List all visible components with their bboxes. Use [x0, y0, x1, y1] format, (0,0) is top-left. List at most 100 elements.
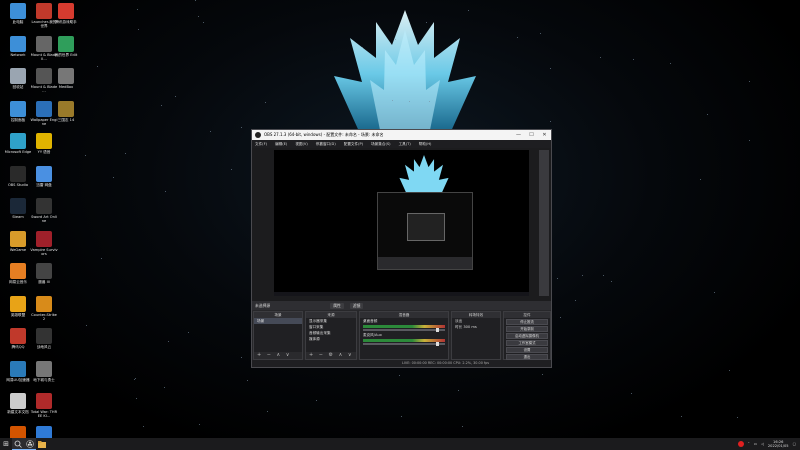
desktop-icon[interactable]: 网易云音乐 [4, 263, 32, 289]
properties-button[interactable]: 属性 [330, 302, 344, 309]
search-icon[interactable] [12, 438, 24, 450]
desktop-icon-label: 魔兽 III [38, 280, 50, 284]
volume-fader[interactable] [363, 342, 445, 346]
stop-streaming-button[interactable]: 停止推流 [506, 319, 548, 325]
volume-fader[interactable] [363, 328, 445, 332]
system-tray: ˄ ▭ ◁ 16:26 2022/01/05 ▢ [737, 440, 800, 448]
desktop-icon[interactable]: OBS Studio [4, 165, 32, 192]
app-icon [36, 360, 52, 377]
preview-taskbar [274, 292, 529, 296]
notification-icon[interactable]: ▢ [793, 442, 796, 446]
desktop-icon-label: YY 语音 [37, 150, 51, 154]
desktop-icon[interactable]: 英雄联盟 [4, 295, 32, 322]
sources-toolbar[interactable]: + − ⚙ ∧ ∨ [306, 352, 356, 359]
desktop-icon[interactable]: 腾讯游戏助手 [52, 3, 80, 29]
menu-item[interactable]: 工具(T) [399, 142, 411, 147]
duration-value: 300 ms [463, 325, 477, 329]
desktop-icon[interactable]: MedBox [52, 68, 80, 94]
menu-item[interactable]: 场景集合(S) [371, 142, 390, 147]
tray-app-icon[interactable] [737, 441, 744, 447]
star [707, 113, 709, 115]
sources-dock: 来源 显示器采集 窗口采集 音频输出采集 媒体源 + − ⚙ ∧ ∨ [305, 311, 357, 360]
settings-button[interactable]: 设置 [506, 347, 548, 353]
app-icon [36, 328, 52, 344]
desktop-icon[interactable]: 新建文本文档 [4, 393, 32, 419]
desktop-icon[interactable]: Steam [4, 198, 32, 224]
desktop-icon-label: 回收站 [12, 85, 24, 89]
obs-window[interactable]: OBS 27.1.3 (64-bit, windows) - 配置文件: 未命名… [251, 129, 552, 368]
desktop-icon[interactable]: Counter-Strike 2 [30, 295, 58, 322]
app-icon [58, 100, 74, 117]
menu-item[interactable]: 视图(V) [295, 142, 307, 147]
star [199, 423, 201, 425]
volume-icon[interactable]: ◁ [761, 442, 764, 446]
network-icon[interactable]: ▭ [754, 442, 757, 446]
desktop-icon[interactable]: YY 语音 [30, 133, 58, 159]
app-icon [10, 133, 26, 149]
app-icon [36, 35, 52, 52]
desktop-icon-label: 网易UU加速器 [6, 377, 30, 382]
studio-mode-button[interactable]: 工作室模式 [506, 340, 548, 346]
desktop-icon[interactable]: 我的世界 Edit [52, 35, 80, 62]
show-hidden-icons-icon[interactable]: ˄ [748, 442, 750, 446]
desktop-icon[interactable]: Network [4, 35, 32, 62]
desktop-icon[interactable]: Vampire Survivors [30, 230, 58, 257]
desktop-icon[interactable]: Microsoft Edge [4, 133, 32, 159]
obs-taskbar-icon[interactable] [24, 438, 36, 450]
close-button[interactable]: ✕ [538, 130, 551, 140]
desktop-icon[interactable]: 战地风云 [30, 328, 58, 354]
desktop-icon[interactable]: 地下城与勇士 [30, 360, 58, 387]
menu-item[interactable]: 编辑(E) [275, 142, 287, 147]
virtual-camera-button[interactable]: 启动虚拟摄像机 [506, 333, 548, 339]
star [230, 169, 232, 171]
star [164, 191, 166, 193]
app-icon [36, 165, 52, 182]
transitions-dock: 转场特效 淡出 时长 300 ms [451, 311, 501, 360]
star [468, 10, 470, 12]
windows-start-icon[interactable]: ⊞ [0, 438, 12, 450]
star [542, 373, 544, 375]
desktop-icon[interactable]: 回收站 [4, 68, 32, 94]
star [600, 56, 602, 58]
scenes-toolbar[interactable]: + − ∧ ∨ [254, 352, 302, 359]
clock[interactable]: 16:26 2022/01/05 [768, 440, 789, 448]
star [395, 38, 397, 40]
menu-item[interactable]: 文件(F) [255, 142, 267, 147]
minimize-button[interactable]: — [512, 130, 525, 140]
scene-item[interactable]: 场景 [254, 318, 302, 324]
maximize-button[interactable]: ☐ [525, 130, 538, 140]
desktop-icon[interactable]: 迅雷 网盘 [30, 165, 58, 192]
start-recording-button[interactable]: 开始录制 [506, 326, 548, 332]
recursive-preview-docks [378, 257, 472, 269]
desktop-icon[interactable]: 腾讯QQ [4, 328, 32, 354]
menu-item[interactable]: 帮助(H) [419, 142, 432, 147]
desktop-icon[interactable]: WeGame [4, 230, 32, 257]
desktop-icon-label: 控制面板 [10, 117, 26, 122]
menu-item[interactable]: 停靠窗口(D) [316, 142, 336, 147]
star [400, 415, 402, 417]
desktop-icon[interactable]: Sword Art Online [30, 198, 58, 224]
source-item[interactable]: 媒体源 [306, 336, 356, 342]
star [399, 375, 401, 377]
filters-button[interactable]: 滤镜 [349, 302, 364, 309]
desktop-icon[interactable]: 此电脑 [4, 3, 32, 29]
menu-item[interactable]: 配置文件(P) [344, 142, 363, 147]
star [700, 178, 702, 180]
preview-scrollbar[interactable] [539, 150, 549, 296]
desktop-icon[interactable]: 网易UU加速器 [4, 360, 32, 387]
star [461, 425, 463, 427]
app-icon [36, 198, 52, 214]
desktop-icon[interactable]: 魔兽 III [30, 263, 58, 289]
star [737, 417, 739, 419]
obs-titlebar[interactable]: OBS 27.1.3 (64-bit, windows) - 配置文件: 未命名… [252, 130, 551, 140]
desktop-icon[interactable]: Total War: THREE KI... [30, 393, 58, 419]
desktop-icon[interactable]: 三国志 14 [52, 100, 80, 127]
desktop-icon-label: Microsoft Edge [4, 150, 32, 154]
preview-canvas[interactable] [274, 150, 529, 296]
star [203, 21, 205, 23]
desktop-icon[interactable]: 控制面板 [4, 100, 32, 127]
star [603, 275, 605, 277]
file-explorer-icon[interactable] [36, 438, 48, 450]
star [748, 81, 750, 83]
duration-field[interactable]: 时长 300 ms [452, 324, 500, 330]
